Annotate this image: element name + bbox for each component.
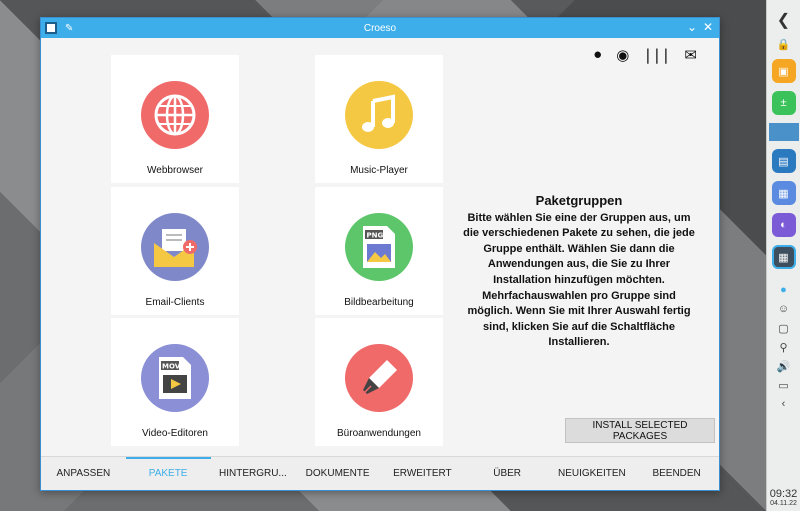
tab-hintergrund[interactable]: HINTERGRU... — [211, 457, 296, 490]
lock-icon[interactable]: 🔒 — [777, 37, 791, 51]
tab-pakete[interactable]: PAKETE — [125, 457, 211, 490]
app-orange-icon[interactable]: ▣ — [771, 59, 796, 83]
music-note-icon — [345, 81, 413, 149]
tab-ueber[interactable]: ÜBER — [465, 457, 550, 490]
header-icons: ● ◉ ||| ✉ — [593, 46, 697, 64]
mov-file-icon: MOV — [141, 344, 209, 412]
svg-text:PNG: PNG — [367, 232, 384, 240]
tile-email-clients[interactable]: Email-Clients — [111, 187, 239, 315]
globe-icon — [141, 81, 209, 149]
kde-connect-icon[interactable]: ◐ — [771, 213, 796, 237]
tile-label: Video-Editoren — [142, 428, 208, 439]
calculator-icon[interactable]: ± — [771, 91, 796, 115]
png-file-icon: PNG — [345, 213, 413, 281]
tab-dokumente[interactable]: DOKUMENTE — [295, 457, 380, 490]
window-title: Croeso — [363, 22, 397, 34]
tile-label: Webbrowser — [147, 165, 203, 176]
notification-icon[interactable]: ● — [777, 283, 791, 297]
system-settings-icon[interactable]: ▦ — [771, 181, 796, 205]
display-icon[interactable]: ▭ — [777, 378, 791, 392]
tile-label: Email-Clients — [145, 297, 205, 308]
tile-label: Music-Player — [350, 165, 408, 176]
volume-icon[interactable]: 🔊 — [777, 359, 791, 373]
info-body: Bitte wählen Sie eine der Gruppen aus, u… — [463, 211, 695, 349]
info-panel: Paketgruppen Bitte wählen Sie eine der G… — [459, 193, 699, 351]
ghost-icon[interactable]: ☺ — [777, 302, 791, 316]
launcher-icon[interactable]: ❮ — [772, 8, 796, 32]
chevron-left-icon[interactable]: ‹ — [777, 397, 791, 411]
github-icon[interactable]: ● — [593, 46, 602, 64]
croeso-active-icon[interactable]: ▦ — [771, 245, 796, 269]
file-manager-icon[interactable]: ▤ — [771, 149, 796, 173]
close-icon[interactable]: ✕ — [703, 20, 713, 34]
title-bar[interactable]: ✎ Croeso ⌄ ✕ — [41, 18, 719, 38]
tile-video-editoren[interactable]: MOV Video-Editoren — [111, 318, 239, 446]
clock-date: 04.11.22 — [770, 500, 797, 507]
install-selected-packages-button[interactable]: INSTALL SELECTED PACKAGES — [565, 418, 715, 443]
tab-beenden[interactable]: BEENDEN — [634, 457, 719, 490]
usb-icon[interactable]: ⚲ — [777, 340, 791, 354]
tab-bar: ANPASSEN PAKETE HINTERGRU... DOKUMENTE E… — [41, 456, 719, 490]
right-panel: ❮ 🔒 ▣ ± ▤ ▦ ◐ ▦ ● ☺ ▢ ⚲ 🔊 ▭ ‹ 09:32 04.1… — [766, 0, 800, 511]
tile-bueroanwendungen[interactable]: Büroanwendungen — [315, 318, 443, 446]
fountain-pen-icon — [345, 344, 413, 412]
tab-erweitert[interactable]: ERWEITERT — [380, 457, 465, 490]
svg-text:MOV: MOV — [162, 363, 181, 371]
tile-bildbearbeitung[interactable]: PNG Bildbearbeitung — [315, 187, 443, 315]
clock[interactable]: 09:32 04.11.22 — [770, 488, 798, 507]
minimize-chevron-icon[interactable]: ⌄ — [687, 20, 697, 34]
info-heading: Paketgruppen — [535, 193, 623, 208]
croeso-window: ✎ Croeso ⌄ ✕ ● ◉ ||| ✉ Webbrowser Music-… — [40, 17, 720, 491]
tab-neuigkeiten[interactable]: NEUIGKEITEN — [550, 457, 635, 490]
tile-webbrowser[interactable]: Webbrowser — [111, 55, 239, 183]
chat-icon[interactable]: ◉ — [616, 46, 629, 64]
clipboard-icon[interactable]: ▢ — [777, 321, 791, 335]
clock-time: 09:32 — [769, 488, 798, 500]
email-envelope-icon — [141, 213, 209, 281]
mail-icon[interactable]: ✉ — [684, 46, 697, 64]
window-thumbnail-icon[interactable] — [768, 123, 799, 141]
tile-music-player[interactable]: Music-Player — [315, 55, 443, 183]
tile-label: Bildbearbeitung — [344, 297, 414, 308]
tab-anpassen[interactable]: ANPASSEN — [41, 457, 126, 490]
kde-icon[interactable]: ||| — [643, 46, 670, 64]
tile-label: Büroanwendungen — [337, 428, 421, 439]
